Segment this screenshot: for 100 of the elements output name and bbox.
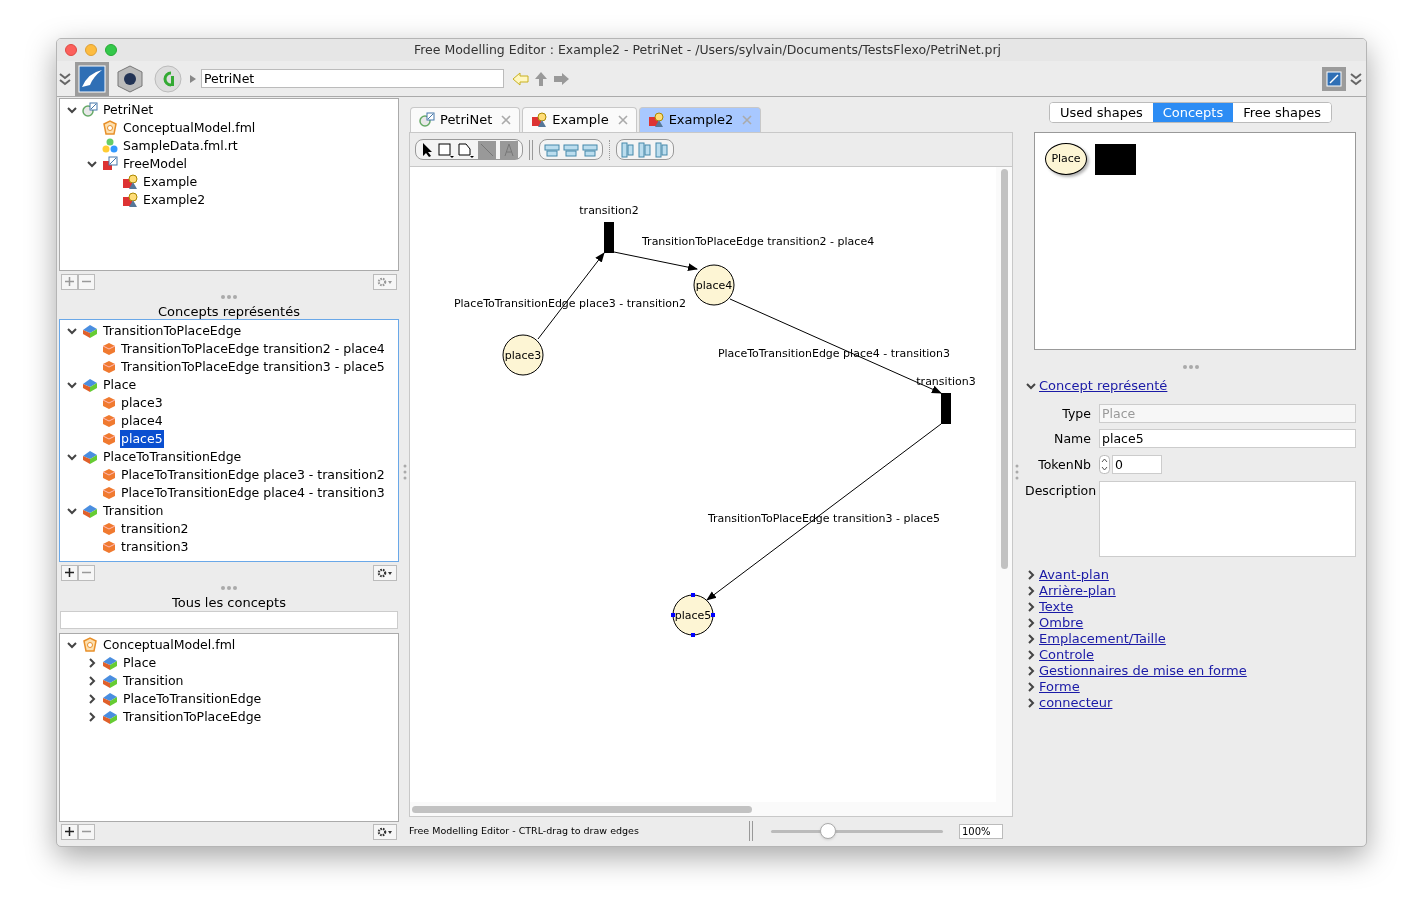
- concept-icon: [82, 323, 98, 339]
- align-icon[interactable]: [563, 142, 579, 157]
- chevron-right-icon[interactable]: [86, 675, 98, 687]
- concept-icon: [102, 673, 118, 689]
- tree-item[interactable]: PetriNet: [102, 100, 155, 120]
- tree-item[interactable]: Transition: [102, 501, 165, 521]
- chevron-right-icon[interactable]: [1025, 696, 1037, 709]
- layout-button[interactable]: [1322, 66, 1346, 91]
- chevron-right-icon[interactable]: [1025, 680, 1037, 693]
- chevron-down-icon[interactable]: [86, 158, 98, 170]
- transition-node[interactable]: [941, 393, 951, 424]
- edge-arrow[interactable]: [613, 251, 698, 272]
- chevron-right-icon[interactable]: [86, 711, 98, 723]
- tree-item[interactable]: PlaceToTransitionEdge place4 - transition3: [120, 483, 386, 503]
- description-field[interactable]: [1099, 480, 1356, 557]
- tree-item[interactable]: place4: [120, 411, 164, 431]
- editor-tab[interactable]: Example2: [638, 107, 762, 132]
- place-node[interactable]: [671, 593, 715, 637]
- chevron-down-icon[interactable]: [66, 379, 78, 391]
- tree-item[interactable]: ConceptualModel.fml: [122, 118, 257, 138]
- field-label: TokenNb: [1037, 456, 1091, 474]
- module-button[interactable]: [75, 61, 109, 96]
- rectangle-tool-icon[interactable]: [438, 141, 454, 158]
- tree-item[interactable]: place3: [120, 393, 164, 413]
- node-label: transition3: [916, 375, 976, 388]
- chevron-right-icon[interactable]: [1025, 632, 1037, 645]
- chevron-right-icon[interactable]: [1025, 664, 1037, 677]
- align-group[interactable]: [539, 139, 603, 160]
- tree-item[interactable]: TransitionToPlaceEdge transition2 - place4: [120, 339, 386, 359]
- align-icon[interactable]: [582, 142, 598, 157]
- text-tool-icon: [500, 140, 518, 159]
- tree-item[interactable]: ConceptualModel.fml: [102, 635, 237, 655]
- tree-item[interactable]: TransitionToPlaceEdge transition3 - place5: [120, 357, 386, 377]
- spinner-arrows-icon[interactable]: [1099, 455, 1110, 474]
- double-chevron-icon[interactable]: [59, 71, 71, 86]
- add-button[interactable]: [61, 823, 78, 840]
- search-field[interactable]: [60, 611, 398, 629]
- align-group[interactable]: [616, 139, 674, 160]
- tree-item[interactable]: TransitionToPlaceEdge: [122, 707, 263, 727]
- scrollbar-thumb[interactable]: [1000, 169, 1008, 569]
- tree-item[interactable]: place5: [120, 429, 164, 449]
- remove-button[interactable]: [78, 273, 95, 290]
- tool-group[interactable]: [415, 139, 523, 160]
- scrollbar-thumb[interactable]: [412, 805, 752, 813]
- tree-item[interactable]: transition2: [120, 519, 190, 539]
- number-field[interactable]: 0: [1112, 455, 1162, 474]
- add-button[interactable]: [61, 564, 78, 581]
- place-shape[interactable]: Place: [1045, 143, 1087, 175]
- chevron-right-icon[interactable]: [1025, 584, 1037, 597]
- tree-item[interactable]: PlaceToTransitionEdge place3 - transition2: [120, 465, 386, 485]
- pointer-icon[interactable]: [420, 141, 434, 158]
- slider-thumb[interactable]: [819, 823, 836, 839]
- chevron-down-icon[interactable]: [66, 325, 78, 337]
- editor-tab[interactable]: Example: [522, 107, 637, 132]
- tree-item[interactable]: Example: [142, 172, 199, 192]
- align-icon[interactable]: [621, 141, 635, 158]
- tree-item[interactable]: Transition: [122, 671, 185, 691]
- align-icon[interactable]: [655, 141, 669, 158]
- cubes-icon: [102, 138, 118, 154]
- cube-icon: [102, 468, 116, 482]
- settings-button[interactable]: [373, 823, 397, 840]
- tree-item[interactable]: PlaceToTransitionEdge: [122, 689, 263, 709]
- tree-item[interactable]: Place: [122, 653, 158, 673]
- chevron-right-icon[interactable]: [1025, 616, 1037, 629]
- chevron-down-icon[interactable]: [66, 505, 78, 517]
- zoom-field[interactable]: 100%: [959, 823, 1003, 839]
- chevron-right-icon[interactable]: [1025, 568, 1037, 581]
- chevron-down-icon[interactable]: [66, 104, 78, 116]
- chevron-right-icon[interactable]: [86, 657, 98, 669]
- tree-item[interactable]: FreeModel: [122, 154, 189, 174]
- align-icon[interactable]: [544, 142, 560, 157]
- transition-node[interactable]: [604, 222, 614, 253]
- align-icon[interactable]: [638, 141, 652, 158]
- shape-tool-icon[interactable]: [458, 141, 474, 158]
- place-node[interactable]: [693, 264, 735, 306]
- splitter-handle-icon[interactable]: [219, 585, 239, 591]
- path-field[interactable]: PetriNet: [201, 69, 504, 88]
- settings-button[interactable]: [373, 564, 397, 581]
- model-icon: [102, 120, 118, 136]
- double-chevron-icon[interactable]: [1350, 71, 1362, 86]
- tree-item[interactable]: SampleData.fml.rt: [122, 136, 239, 156]
- tree-item[interactable]: Example2: [142, 190, 207, 210]
- chevron-down-icon[interactable]: [66, 639, 78, 651]
- splitter-handle-icon[interactable]: [1180, 364, 1201, 370]
- splitter-handle-icon[interactable]: [219, 294, 239, 300]
- tree-item[interactable]: transition3: [120, 537, 190, 557]
- tree-item[interactable]: PlaceToTransitionEdge: [102, 447, 243, 467]
- chevron-down-icon[interactable]: [66, 451, 78, 463]
- tree-item[interactable]: Place: [102, 375, 138, 395]
- close-button[interactable]: [65, 44, 77, 56]
- tree-item[interactable]: TransitionToPlaceEdge: [102, 321, 243, 341]
- editor-tab[interactable]: PetriNet: [410, 107, 521, 132]
- chevron-right-icon[interactable]: [86, 693, 98, 705]
- cube-icon: [102, 414, 116, 428]
- chevron-right-icon[interactable]: [1025, 648, 1037, 661]
- place-node[interactable]: [502, 334, 544, 376]
- text-field[interactable]: place5: [1099, 429, 1356, 449]
- section-link[interactable]: Concept représenté: [1039, 376, 1168, 396]
- zoom-slider[interactable]: [771, 823, 943, 839]
- chevron-right-icon[interactable]: [1025, 600, 1037, 613]
